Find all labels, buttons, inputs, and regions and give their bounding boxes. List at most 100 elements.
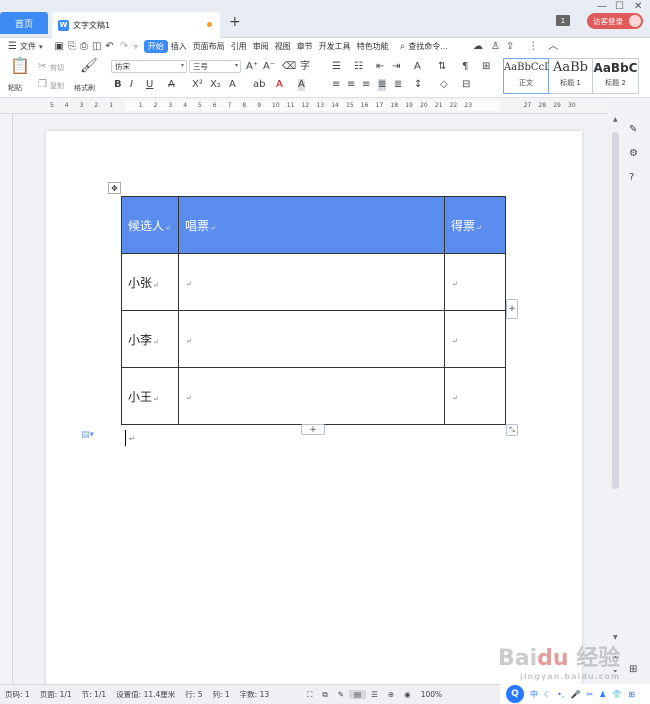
align-left-icon[interactable]: ≡ — [332, 79, 340, 91]
eye-protect-icon[interactable]: ◉ — [399, 690, 416, 699]
distributed-icon[interactable]: ≣ — [394, 79, 402, 91]
ime-mic-icon[interactable]: 🎤 — [570, 690, 580, 699]
chevron-down-icon[interactable]: ▾ — [39, 41, 43, 53]
adjust-settings-icon[interactable]: ⚙ — [629, 148, 638, 160]
more-options-icon[interactable]: ⋮ — [528, 41, 538, 53]
justify-icon[interactable]: ≣ — [378, 79, 387, 91]
menu-item-section[interactable]: 章节 — [294, 41, 316, 52]
fullscreen-icon[interactable]: ⛶ — [302, 690, 317, 700]
status-word-count[interactable]: 字数: 13 — [235, 689, 274, 700]
copy-button[interactable]: 复制 — [50, 81, 64, 91]
window-count-badge[interactable]: 1 — [556, 15, 570, 26]
table-cell[interactable]: 小李↵ — [121, 310, 179, 368]
status-section[interactable]: 节: 1/1 — [77, 689, 111, 700]
redo-icon[interactable]: ↷ — [120, 41, 128, 53]
add-row-button[interactable]: + — [301, 424, 325, 435]
customize-toolbar-icon[interactable]: ▿ — [134, 41, 138, 53]
hamburger-menu-icon[interactable]: ☰ — [8, 41, 17, 53]
table-cell[interactable]: 小张↵ — [121, 253, 179, 311]
print-preview-icon[interactable]: ◫ — [92, 41, 101, 53]
ime-user-icon[interactable]: ♟ — [599, 690, 606, 699]
status-setting[interactable]: 设置值: 11.4厘米 — [111, 689, 180, 700]
text-effect-icon[interactable]: A — [229, 79, 236, 91]
menu-item-file[interactable]: 文件 — [17, 41, 39, 52]
style-normal[interactable]: AaBbCcDd 正文 — [503, 58, 559, 94]
status-page-number[interactable]: 页码: 1 — [0, 689, 35, 700]
table-icon[interactable]: ⊞ — [482, 61, 490, 73]
collapse-ribbon-icon[interactable]: ︿ — [548, 41, 558, 53]
menu-item-page-layout[interactable]: 页面布局 — [190, 41, 228, 52]
maximize-button[interactable]: ☐ — [615, 1, 624, 12]
paragraph-layout-icon[interactable]: ▤▾ — [81, 430, 94, 440]
italic-icon[interactable]: I — [130, 79, 133, 91]
table-cell[interactable]: ↵ — [178, 253, 445, 311]
ime-tools-icon[interactable]: ✂ — [586, 690, 593, 699]
sort-icon[interactable]: ⇅ — [438, 61, 446, 73]
export-pdf-icon[interactable]: ⎘ — [68, 41, 76, 53]
style-heading-1[interactable]: AaBb 标题 1 — [549, 58, 593, 94]
shading-icon[interactable]: ◇ — [440, 79, 448, 91]
superscript-icon[interactable]: X² — [192, 79, 203, 91]
strikethrough-icon[interactable]: A — [168, 79, 175, 91]
draw-icon[interactable]: ✎ — [333, 690, 349, 699]
table-cell[interactable]: ↵ — [444, 367, 506, 425]
ime-grid-icon[interactable]: ⊞ — [628, 690, 635, 699]
table-cell[interactable]: ↵ — [444, 310, 506, 368]
undo-icon[interactable]: ↶ — [105, 41, 113, 53]
table-resize-handle-icon[interactable]: ⤡ — [506, 424, 518, 436]
edit-pen-icon[interactable]: ✎ — [629, 124, 637, 136]
minimize-button[interactable]: — — [597, 1, 607, 12]
table-cell[interactable]: ↵ — [444, 253, 506, 311]
command-search-input[interactable]: 查找命令... — [405, 41, 451, 52]
numbered-list-icon[interactable]: ☷ — [354, 61, 363, 73]
menu-item-insert[interactable]: 插入 — [168, 41, 190, 52]
paste-icon[interactable]: 📋 — [10, 58, 30, 74]
phonetic-guide-icon[interactable]: 字 — [300, 61, 310, 73]
menu-item-review[interactable]: 审阅 — [250, 41, 272, 52]
align-right-icon[interactable]: ≡ — [362, 79, 370, 91]
apps-grid-icon[interactable]: ⊞ — [629, 664, 637, 676]
ime-shirt-icon[interactable]: 👕 — [612, 690, 622, 699]
border-icon[interactable]: ⊟ — [462, 79, 470, 91]
ime-logo-icon[interactable]: Q — [506, 685, 524, 703]
ime-language-toggle[interactable]: 中 — [530, 689, 538, 700]
status-row[interactable]: 行: 5 — [180, 689, 207, 700]
clear-format-icon[interactable]: ⌫ — [282, 61, 296, 73]
help-icon[interactable]: ? — [629, 172, 634, 184]
bullet-list-icon[interactable]: ☰ — [332, 61, 341, 73]
show-marks-icon[interactable]: ¶ — [462, 61, 468, 73]
decrease-indent-icon[interactable]: ⇤ — [376, 61, 384, 73]
menu-item-developer[interactable]: 开发工具 — [316, 41, 354, 52]
menu-item-references[interactable]: 引用 — [228, 41, 250, 52]
header-votes[interactable]: 得票↵ — [444, 196, 506, 254]
web-view-icon[interactable]: ⊕ — [383, 690, 399, 699]
status-pages[interactable]: 页面: 1/1 — [35, 689, 77, 700]
vertical-ruler[interactable] — [0, 114, 13, 684]
copy-icon[interactable]: ❐ — [38, 79, 47, 91]
header-candidate[interactable]: 候选人↵ — [121, 196, 179, 254]
subscript-icon[interactable]: X₂ — [210, 79, 221, 91]
collaborate-icon[interactable]: ♙ — [491, 41, 500, 53]
bold-icon[interactable]: B — [114, 79, 122, 91]
share-icon[interactable]: ⇪ — [506, 41, 514, 53]
font-size-select[interactable]: 三号 ▾ — [189, 60, 241, 73]
format-painter-button[interactable]: 格式刷 — [74, 83, 95, 93]
close-window-button[interactable]: ✕ — [634, 1, 642, 12]
horizontal-ruler[interactable]: 5 4 3 2 1 1 2 3 4 5 6 7 8 9 10 11 12 13 14 15 16 17 18 19 20 21 22… — [0, 98, 608, 114]
style-heading-2[interactable]: AaBbC 标题 2 — [593, 58, 639, 94]
table-cell[interactable]: ↵ — [178, 367, 445, 425]
menu-item-home[interactable]: 开始 — [143, 40, 168, 53]
table-cell[interactable]: 小王↵ — [121, 367, 179, 425]
font-name-select[interactable]: 仿宋 ▾ — [111, 60, 187, 73]
paste-button[interactable]: 粘贴 — [8, 83, 22, 93]
table-cell[interactable]: ↵ — [178, 310, 445, 368]
table-move-handle-icon[interactable]: ✥ — [108, 182, 121, 194]
vote-table[interactable]: 候选人↵ 唱票↵ 得票↵ 小张↵ ↵ ↵ 小李↵ ↵ ↵ 小王↵ ↵ ↵ — [121, 196, 506, 425]
increase-indent-icon[interactable]: ⇥ — [392, 61, 400, 73]
document-tab[interactable]: W 文字文稿1 — [52, 12, 220, 38]
layout-icon[interactable]: ⧉ — [317, 690, 332, 700]
home-tab[interactable]: 首页 — [0, 12, 48, 34]
save-icon[interactable]: ▣ — [54, 41, 63, 53]
print-icon[interactable]: ⎙ — [80, 41, 88, 53]
outline-view-icon[interactable]: ☰ — [366, 690, 383, 699]
